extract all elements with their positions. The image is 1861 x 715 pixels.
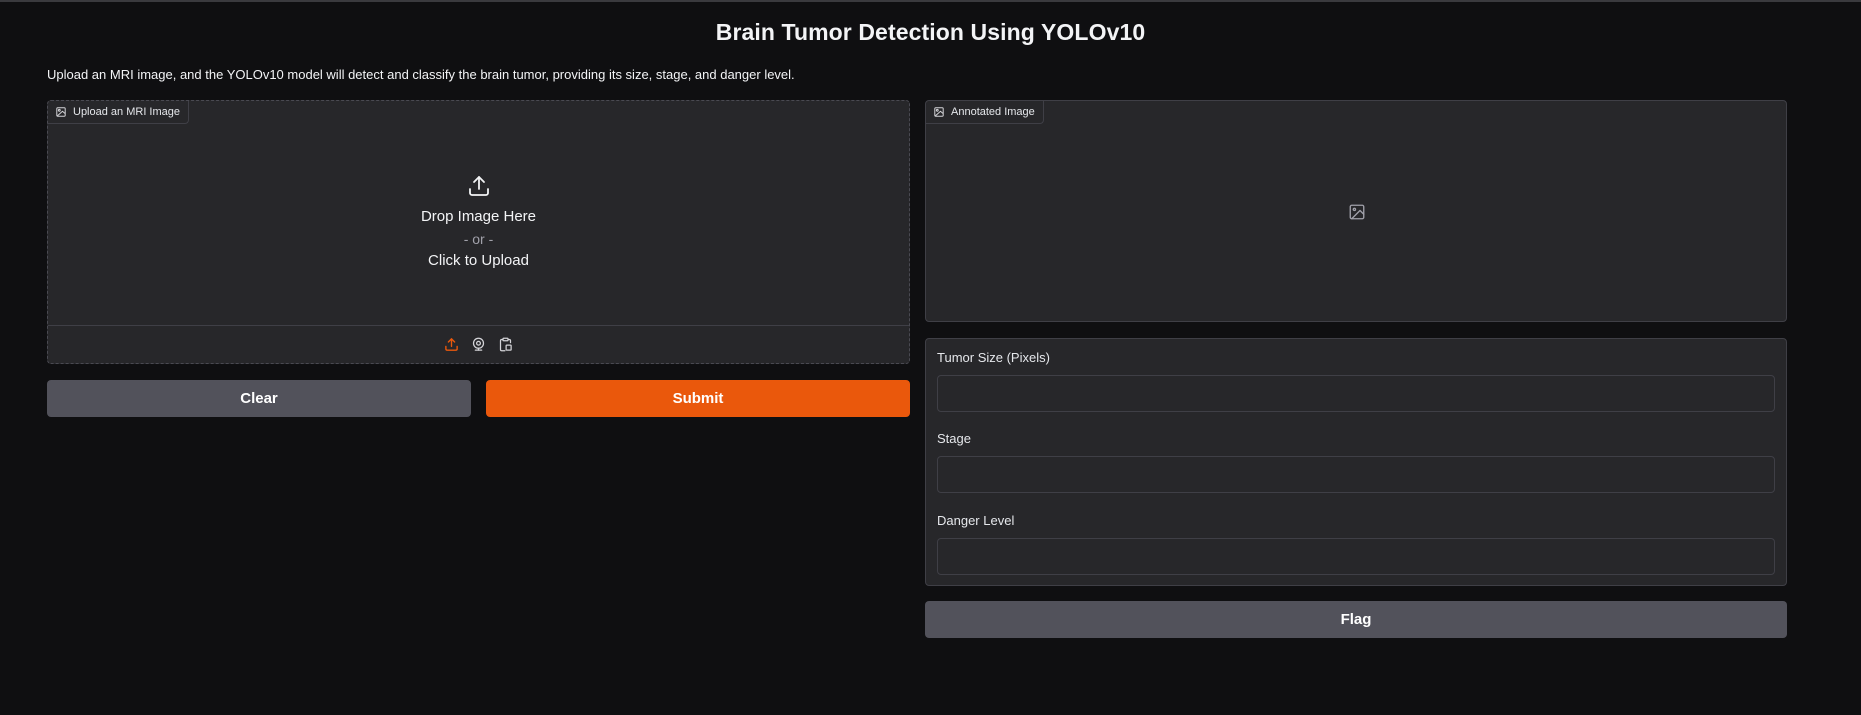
clipboard-icon[interactable] xyxy=(497,336,514,353)
annotated-image-panel: Annotated Image xyxy=(925,100,1787,322)
webcam-icon[interactable] xyxy=(470,336,487,353)
stage-label: Stage xyxy=(937,431,971,446)
danger-level-field[interactable] xyxy=(937,538,1775,575)
submit-button[interactable]: Submit xyxy=(486,380,910,417)
click-to-upload-text: Click to Upload xyxy=(428,251,529,269)
results-panel: Tumor Size (Pixels) Stage Danger Level xyxy=(925,338,1787,586)
upload-icon xyxy=(468,175,489,196)
image-icon xyxy=(934,107,944,117)
danger-level-label: Danger Level xyxy=(937,513,1015,528)
annotated-image-label-text: Annotated Image xyxy=(951,106,1035,118)
image-placeholder-icon xyxy=(1349,204,1365,220)
drop-image-text: Drop Image Here xyxy=(420,207,537,225)
source-selector xyxy=(48,325,909,363)
flag-button[interactable]: Flag xyxy=(925,601,1787,638)
tumor-size-label: Tumor Size (Pixels) xyxy=(937,350,1050,365)
page-description: Upload an MRI image, and the YOLOv10 mod… xyxy=(47,67,795,82)
tumor-size-field[interactable] xyxy=(937,375,1775,412)
upload-source-icon[interactable] xyxy=(443,336,460,353)
or-text: - or - xyxy=(463,230,494,247)
image-upload-panel[interactable]: Upload an MRI Image Drop Image Here - or… xyxy=(47,100,910,364)
drop-zone[interactable]: Drop Image Here - or - Click to Upload xyxy=(48,101,909,326)
top-border xyxy=(0,0,1861,2)
annotated-image-label: Annotated Image xyxy=(926,101,1044,124)
clear-button[interactable]: Clear xyxy=(47,380,471,417)
stage-field[interactable] xyxy=(937,456,1775,493)
page-title: Brain Tumor Detection Using YOLOv10 xyxy=(715,19,1146,45)
